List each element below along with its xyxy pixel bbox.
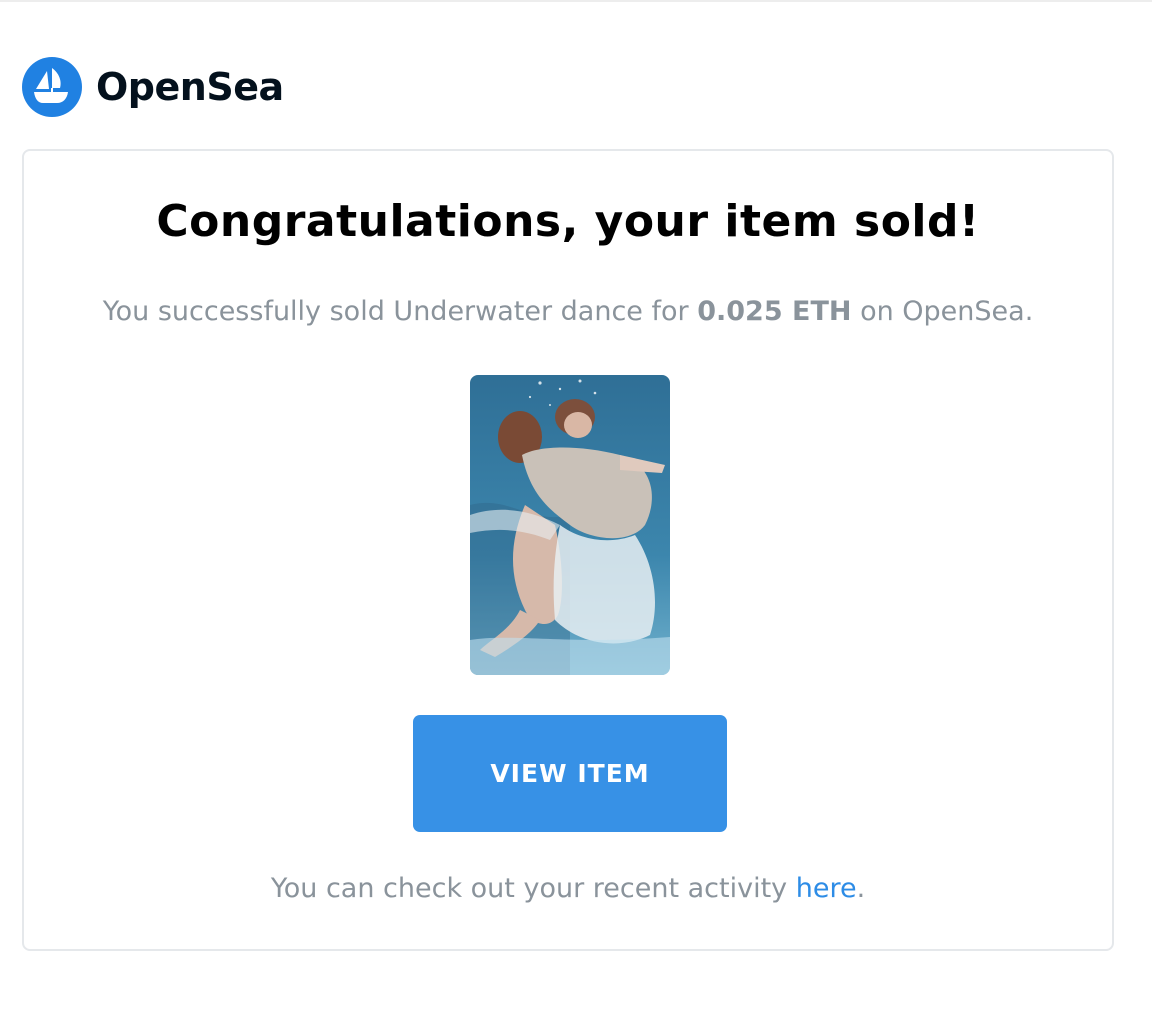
activity-message-suffix: . bbox=[856, 873, 866, 904]
activity-message-prefix: You can check out your recent activity bbox=[270, 873, 796, 904]
sale-heading: Congratulations, your item sold! bbox=[156, 196, 980, 247]
opensea-logo[interactable]: OpenSea bbox=[22, 57, 284, 117]
sale-amount: 0.025 ETH bbox=[697, 296, 852, 327]
top-divider bbox=[0, 0, 1152, 2]
sale-notification-card: Congratulations, your item sold! You suc… bbox=[22, 149, 1114, 951]
brand-name: OpenSea bbox=[96, 65, 284, 109]
opensea-boat-icon bbox=[22, 57, 82, 117]
activity-message: You can check out your recent activity h… bbox=[24, 873, 1112, 904]
sale-description-prefix: You successfully sold Underwater dance f… bbox=[102, 296, 698, 327]
view-item-button[interactable]: VIEW ITEM bbox=[413, 715, 727, 832]
sale-description-suffix: on OpenSea. bbox=[851, 296, 1034, 327]
sale-description: You successfully sold Underwater dance f… bbox=[24, 296, 1112, 327]
item-image[interactable] bbox=[470, 375, 670, 675]
activity-link[interactable]: here bbox=[796, 873, 857, 904]
